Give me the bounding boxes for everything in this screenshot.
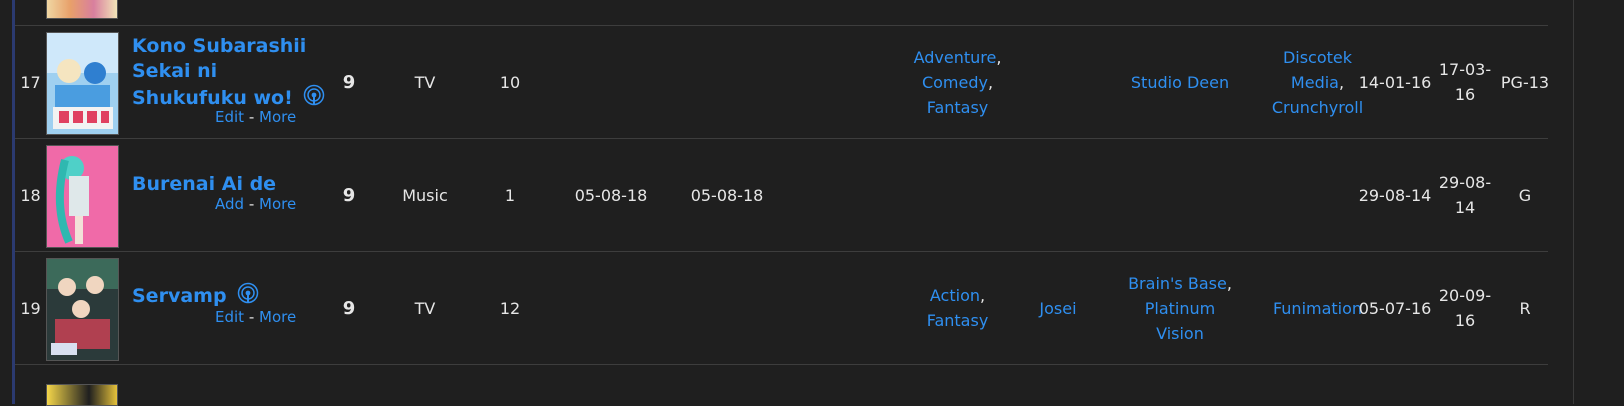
episodes: 12 — [499, 298, 521, 318]
more-link[interactable]: More — [259, 308, 296, 326]
studio-link[interactable]: Vision — [1128, 321, 1232, 346]
title-line[interactable]: Sekai ni — [132, 59, 342, 84]
genre-link[interactable]: Comedy — [922, 73, 988, 92]
genre-link[interactable]: Fantasy — [927, 98, 989, 117]
anime-thumbnail[interactable] — [46, 145, 119, 248]
start-date: 05-08-18 — [574, 185, 648, 205]
licensor-link[interactable]: Media — [1291, 73, 1339, 92]
demographic-cell: Josei — [1018, 252, 1098, 364]
content-right-border — [1573, 0, 1574, 404]
broadcast-icon — [303, 84, 325, 113]
licensor-link[interactable]: Discotek — [1272, 45, 1363, 70]
row-number: 19 — [20, 298, 41, 318]
more-link[interactable]: More — [259, 195, 296, 213]
licensor-link[interactable]: Crunchyroll — [1272, 98, 1363, 117]
type: Music — [402, 185, 448, 205]
episodes: 1 — [504, 185, 516, 205]
action-separator: - — [244, 195, 259, 213]
anime-title-link[interactable]: Burenai Ai de — [132, 172, 342, 197]
type: TV — [414, 72, 436, 92]
action-separator: - — [244, 108, 260, 126]
row-actions: Add - More — [215, 195, 296, 213]
title-line[interactable]: Shukufuku wo! — [132, 87, 293, 109]
title-line[interactable]: Kono Subarashii — [132, 34, 342, 59]
add-link[interactable]: Add — [215, 195, 244, 213]
row-number: 17 — [20, 72, 41, 92]
genres-cell: Adventure, Comedy, Fantasy — [913, 47, 1002, 117]
rating: PG-13 — [1500, 72, 1550, 92]
aired-start: 14-01-16 — [1358, 72, 1432, 92]
genre-link[interactable]: Action — [930, 286, 980, 305]
anime-thumbnail[interactable] — [46, 258, 119, 361]
anime-title-link[interactable]: Kono Subarashii Sekai ni Shukufuku wo! — [132, 34, 342, 113]
row-actions: Edit - More — [215, 308, 296, 326]
genres-cell: Action, Fantasy — [926, 286, 989, 330]
licensor-link[interactable]: Funimation — [1273, 296, 1362, 321]
end-date: 05-08-18 — [690, 185, 764, 205]
title-cell: Servamp — [132, 282, 342, 311]
broadcast-icon — [237, 282, 259, 311]
studios-cell: Brain's Base, Platinum Vision — [1100, 252, 1260, 364]
episodes: 10 — [499, 72, 521, 92]
aired-end: 17-03- 16 — [1438, 60, 1492, 104]
type: TV — [414, 298, 436, 318]
anime-list-table: 17 Kono Subarashii Sekai ni Shukufuku wo… — [15, 0, 1549, 404]
row-actions: Edit - More — [215, 108, 296, 126]
more-link[interactable]: More — [259, 108, 296, 126]
table-row: 18 Burenai Ai de Add - More 9 Music 1 05… — [15, 139, 1548, 255]
edit-link[interactable]: Edit — [215, 308, 244, 326]
studio-link[interactable]: Platinum — [1128, 296, 1232, 321]
title-cell: Burenai Ai de — [132, 172, 342, 197]
table-row: 19 Servamp Edit - More 9 TV 12 Action, F… — [15, 252, 1548, 368]
anime-thumbnail[interactable] — [46, 32, 119, 135]
studio-link[interactable]: Studio Deen — [1131, 70, 1229, 95]
title-cell: Kono Subarashii Sekai ni Shukufuku wo! — [132, 34, 342, 113]
genre-link[interactable]: Fantasy — [927, 311, 989, 330]
aired-start: 29-08-14 — [1358, 185, 1432, 205]
studio-link[interactable]: Brain's Base — [1128, 274, 1227, 293]
table-row: 17 Kono Subarashii Sekai ni Shukufuku wo… — [15, 26, 1549, 142]
aired-start: 05-07-16 — [1358, 298, 1432, 318]
rating: G — [1518, 185, 1532, 205]
studios-cell: Studio Deen — [1100, 26, 1260, 138]
aired-end: 29-08- 14 — [1438, 173, 1492, 217]
edit-link[interactable]: Edit — [215, 108, 244, 126]
anime-title-link[interactable]: Servamp — [132, 285, 227, 307]
demographic-link[interactable]: Josei — [1039, 296, 1076, 321]
score: 9 — [342, 184, 356, 206]
score: 9 — [342, 297, 356, 319]
row-number: 18 — [20, 185, 41, 205]
genre-link[interactable]: Adventure — [914, 48, 997, 67]
aired-end: 20-09- 16 — [1438, 286, 1492, 330]
rating: R — [1519, 298, 1531, 318]
score: 9 — [342, 71, 356, 93]
action-separator: - — [244, 308, 260, 326]
